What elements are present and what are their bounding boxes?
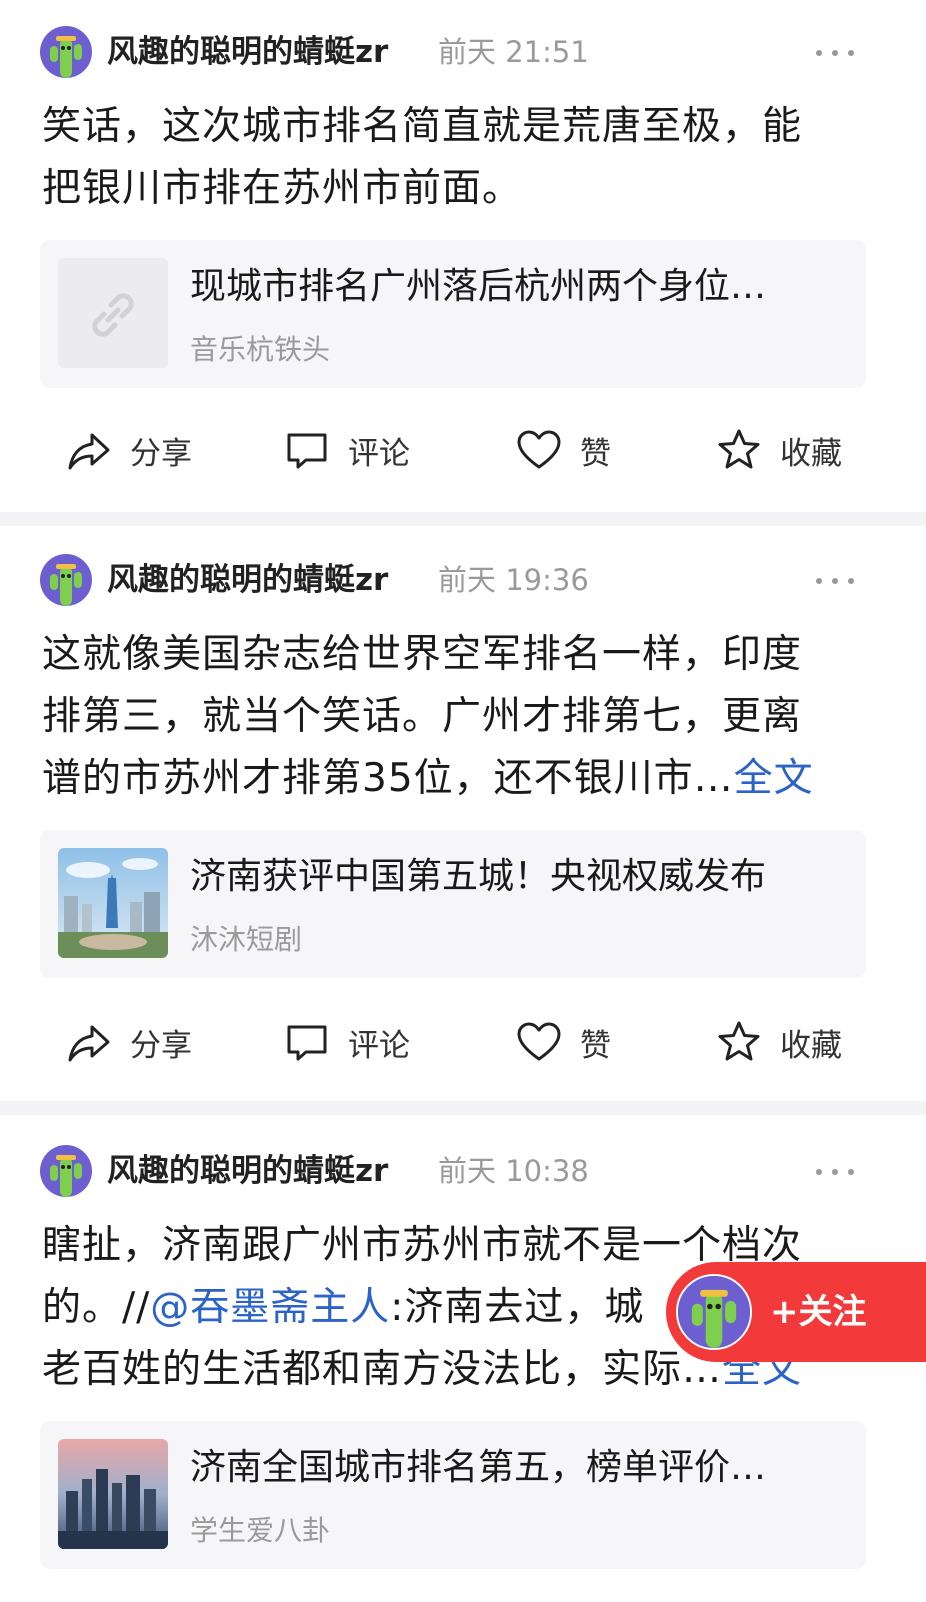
cactus-avatar-icon <box>50 1155 82 1197</box>
share-button[interactable]: 分享 <box>66 420 192 480</box>
cactus-avatar-icon <box>50 564 82 606</box>
comment-label: 评论 <box>348 1027 410 1064</box>
like-label: 赞 <box>580 1027 611 1064</box>
full-text-link[interactable]: 全文 <box>734 756 814 801</box>
post-time: 前天 21:51 <box>438 35 589 69</box>
follow-label: +关注 <box>770 1292 867 1332</box>
article-thumbnail <box>58 848 168 958</box>
comment-button[interactable]: 评论 <box>284 1012 410 1072</box>
content-line-suffix: :济南去过，城 <box>390 1285 645 1330</box>
card-title: 现城市排名广州落后杭州两个身位… <box>190 266 767 307</box>
user-mention-link[interactable]: @吞墨斋主人 <box>150 1285 390 1330</box>
post-time: 前天 19:36 <box>438 563 589 597</box>
link-thumbnail <box>58 258 168 368</box>
username[interactable]: 风趣的聪明的蜻蜓zr <box>107 1151 388 1191</box>
city-photo-tower <box>58 848 168 958</box>
card-source: 学生爱八卦 <box>190 1514 331 1547</box>
favorite-label: 收藏 <box>780 1027 842 1064</box>
like-button[interactable]: 赞 <box>516 420 611 480</box>
action-bar: 分享 评论 赞 收藏 <box>0 1012 926 1072</box>
content-line: 排第三，就当个笑话。广州才排第七，更离 <box>42 694 803 739</box>
card-source: 沐沐短剧 <box>190 923 303 956</box>
card-title: 济南全国城市排名第五，榜单评价… <box>190 1447 767 1488</box>
cactus-avatar-icon <box>50 36 82 78</box>
favorite-button[interactable]: 收藏 <box>716 1012 842 1072</box>
content-line: 这就像美国杂志给世界空军排名一样，印度 <box>42 632 803 677</box>
post-separator <box>0 512 926 526</box>
content-line: 老百姓的生活都和南方没法比，实际… <box>42 1347 723 1392</box>
cactus-avatar-icon <box>678 1276 750 1348</box>
like-button[interactable]: 赞 <box>516 1012 611 1072</box>
heart-icon <box>517 1022 561 1061</box>
follow-avatar <box>676 1274 752 1350</box>
post-time: 前天 10:38 <box>438 1154 589 1188</box>
share-icon <box>68 433 110 470</box>
post-content[interactable]: 笑话，这次城市排名简直就是荒唐至极，能 把银川市排在苏州市前面。 <box>42 96 872 220</box>
card-source: 音乐杭铁头 <box>190 333 331 366</box>
star-icon <box>718 429 760 469</box>
follow-button[interactable]: +关注 <box>666 1262 926 1362</box>
comment-button[interactable]: 评论 <box>284 420 410 480</box>
post-separator <box>0 1101 926 1115</box>
username[interactable]: 风趣的聪明的蜻蜓zr <box>107 560 388 600</box>
post-content[interactable]: 这就像美国杂志给世界空军排名一样，印度 排第三，就当个笑话。广州才排第七，更离 … <box>42 624 872 810</box>
content-line-prefix: 的。// <box>42 1285 151 1330</box>
username[interactable]: 风趣的聪明的蜻蜓zr <box>107 32 388 72</box>
share-icon <box>68 1025 110 1062</box>
favorite-label: 收藏 <box>780 435 842 472</box>
star-icon <box>718 1021 760 1061</box>
action-bar: 分享 评论 赞 收藏 <box>0 420 926 480</box>
user-avatar[interactable] <box>40 554 92 606</box>
card-title: 济南获评中国第五城！央视权威发布 <box>190 856 767 897</box>
city-photo-skyline <box>58 1439 168 1549</box>
more-options-icon[interactable] <box>812 1161 858 1181</box>
linked-article-card[interactable]: 现城市排名广州落后杭州两个身位… 音乐杭铁头 <box>40 240 866 388</box>
linked-article-card[interactable]: 济南全国城市排名第五，榜单评价… 学生爱八卦 <box>40 1421 866 1569</box>
linked-article-card[interactable]: 济南获评中国第五城！央视权威发布 沐沐短剧 <box>40 830 866 978</box>
favorite-button[interactable]: 收藏 <box>716 420 842 480</box>
post-1: 风趣的聪明的蜻蜓zr 前天 21:51 笑话，这次城市排名简直就是荒唐至极，能 … <box>0 0 926 512</box>
more-options-icon[interactable] <box>812 570 858 590</box>
share-label: 分享 <box>130 1027 192 1064</box>
like-label: 赞 <box>580 435 611 472</box>
content-line: 把银川市排在苏州市前面。 <box>42 166 523 211</box>
comment-label: 评论 <box>348 435 410 472</box>
more-options-icon[interactable] <box>812 42 858 62</box>
content-line: 谱的市苏州才排第35位，还不银川市… <box>42 756 734 801</box>
link-icon <box>58 258 168 368</box>
comment-icon <box>287 1025 327 1061</box>
article-thumbnail <box>58 1439 168 1549</box>
user-avatar[interactable] <box>40 26 92 78</box>
share-label: 分享 <box>130 435 192 472</box>
user-avatar[interactable] <box>40 1145 92 1197</box>
share-button[interactable]: 分享 <box>66 1012 192 1072</box>
post-2: 风趣的聪明的蜻蜓zr 前天 19:36 这就像美国杂志给世界空军排名一样，印度 … <box>0 526 926 1101</box>
content-line: 笑话，这次城市排名简直就是荒唐至极，能 <box>42 104 803 149</box>
heart-icon <box>517 430 561 469</box>
comment-icon <box>287 433 327 469</box>
